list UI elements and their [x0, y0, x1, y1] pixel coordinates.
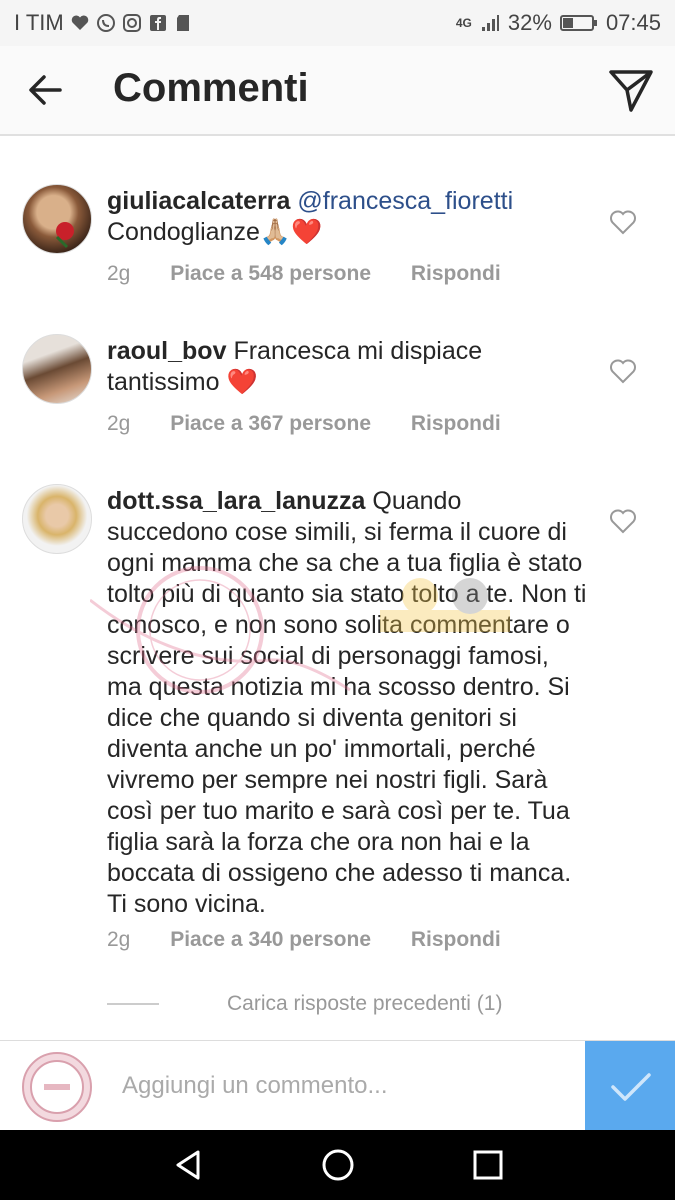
back-arrow-icon[interactable] [24, 68, 68, 112]
avatar[interactable] [22, 334, 92, 404]
like-heart-icon[interactable] [609, 358, 637, 384]
comment-mention[interactable]: @francesca_fioretti [297, 187, 513, 215]
like-heart-icon[interactable] [609, 508, 637, 534]
load-previous-label: Carica risposte precedenti (1) [227, 992, 503, 1015]
facebook-icon [149, 15, 166, 31]
battery-icon [559, 15, 597, 31]
comment-likes[interactable]: Piace a 340 persone [170, 928, 371, 951]
comment-likes[interactable]: Piace a 367 persone [170, 412, 371, 435]
status-bar: I TIM 4G 32% 07:45 [0, 0, 675, 46]
back-triangle-icon[interactable] [170, 1147, 206, 1183]
carrier-label: I TIM [14, 10, 64, 35]
android-nav-bar [0, 1130, 675, 1200]
recents-square-icon[interactable] [470, 1147, 506, 1183]
home-circle-icon[interactable] [320, 1147, 356, 1183]
avatar[interactable] [22, 184, 92, 254]
clock: 07:45 [605, 10, 661, 35]
divider [107, 1003, 159, 1005]
sd-card-icon [176, 15, 189, 31]
heart-status-icon [71, 15, 88, 30]
reply-button[interactable]: Rispondi [411, 412, 501, 435]
comment-input-bar [0, 1040, 675, 1131]
battery-percent: 32% [507, 10, 552, 35]
reply-button[interactable]: Rispondi [411, 262, 501, 285]
instagram-icon [122, 14, 141, 32]
reply-button[interactable]: Rispondi [411, 928, 501, 951]
avatar[interactable] [22, 484, 92, 554]
header: Commenti [0, 46, 675, 136]
network-type: 4G [455, 16, 472, 30]
direct-send-icon[interactable] [607, 66, 655, 114]
comment-username[interactable]: dott.ssa_lara_lanuzza [107, 487, 365, 515]
comment-text: Condoglianze🙏🏼❤️ [107, 218, 323, 246]
signal-icon [481, 15, 499, 31]
page-title: Commenti [113, 66, 309, 110]
comment-username[interactable]: giuliacalcaterra [107, 187, 290, 215]
comment-time: 2g [107, 412, 131, 435]
comment-username[interactable]: raoul_bov [107, 337, 226, 365]
like-heart-icon[interactable] [609, 209, 637, 235]
comment-time: 2g [107, 928, 131, 951]
comment-text: Quando succedono cose simili, si ferma i… [107, 487, 587, 918]
checkmark-icon [611, 1073, 651, 1101]
comment-likes[interactable]: Piace a 548 persone [170, 262, 371, 285]
comment-input[interactable] [120, 1063, 574, 1109]
comment-time: 2g [107, 262, 131, 285]
whatsapp-icon [96, 14, 115, 32]
my-avatar [22, 1052, 92, 1122]
load-previous-replies[interactable]: Carica risposte precedenti (1) [107, 992, 502, 1016]
post-comment-button[interactable] [585, 1041, 675, 1131]
